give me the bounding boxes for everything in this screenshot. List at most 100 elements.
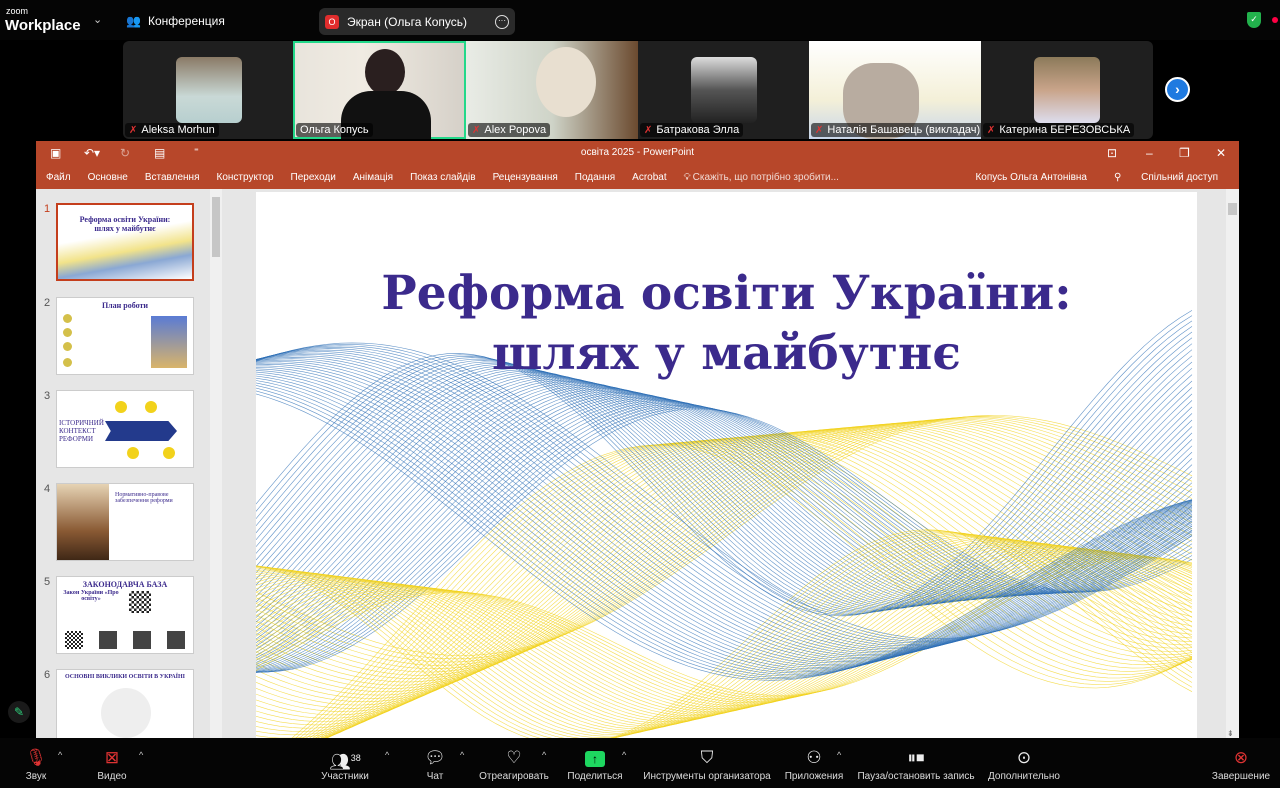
next-slide-icon[interactable]: ⇟ <box>1227 729 1234 738</box>
react-button[interactable]: ♡ Отреагировать <box>478 738 550 788</box>
participant-name: Alex Popova <box>484 124 547 136</box>
share-label: Поделиться <box>567 771 623 782</box>
participant-tile[interactable]: ✗ Катерина БЕРЕЗОВСЬКА <box>981 41 1153 139</box>
chat-button[interactable]: 💬︎ Чат <box>424 738 446 788</box>
tab-transitions[interactable]: Переходи <box>291 172 336 183</box>
powerpoint-window: ▣ ↶▾ ↻ ▤ ⁼ освіта 2025 - PowerPoint ⊡ – … <box>8 141 1239 747</box>
participant-name: Батракова Элла <box>656 124 740 136</box>
wave-line <box>256 349 1193 647</box>
chevron-down-icon[interactable]: ⌄ <box>93 13 102 26</box>
slide-thumbnail-2[interactable]: План роботи <box>56 297 194 375</box>
slide-number: 4 <box>44 483 51 495</box>
more-button[interactable]: ⊙ Дополнительно <box>987 738 1061 788</box>
video-button[interactable]: ⊠ Видео <box>95 738 129 788</box>
next-page-arrow-icon[interactable]: › <box>1165 77 1190 102</box>
share-screen-icon: ↑ <box>585 745 605 771</box>
more-label: Дополнительно <box>988 771 1060 782</box>
tab-review[interactable]: Рецензування <box>493 172 558 183</box>
wave-line <box>256 549 1193 711</box>
slide-number: 5 <box>44 576 51 588</box>
user-name[interactable]: Копусь Ольга Антонівна <box>975 172 1087 183</box>
thumbnail-scrollbar[interactable] <box>210 189 222 738</box>
caret-up-icon[interactable]: ^ <box>622 750 626 760</box>
slide-thumbnail-5[interactable]: ЗАКОНОДАВЧА БАЗА Закон України «Про осві… <box>56 576 194 654</box>
more-icon[interactable]: ··· <box>495 14 509 29</box>
slide-thumbnail-6[interactable]: ОСНОВНІ ВИКЛИКИ ОСВІТИ В УКРАЇНІ <box>56 669 194 747</box>
tab-acrobat[interactable]: Acrobat <box>632 172 666 183</box>
chat-icon: 💬︎ <box>424 748 446 767</box>
pause-stop-recording-button[interactable]: ⏸⏹ Пауза/остановить запись <box>857 738 975 788</box>
tab-slideshow[interactable]: Показ слайдів <box>410 172 476 183</box>
thumbnail-subtitle: Закон України «Про освіту» <box>63 590 119 602</box>
wave-line <box>256 361 1193 610</box>
slide-thumbnail-4[interactable]: Нормативно-правове забезпечення реформи <box>56 483 194 561</box>
minimize-icon[interactable]: – <box>1146 146 1153 160</box>
participant-name: Наталія Башавець (викладач) <box>827 124 981 136</box>
tab-view[interactable]: Подання <box>575 172 615 183</box>
slide-canvas: Реформа освіти України: шлях у майбутнє <box>256 192 1197 738</box>
zoom-logo: Workplace <box>5 17 81 34</box>
end-meeting-button[interactable]: ⊗ Завершение <box>1212 738 1270 788</box>
participant-tile[interactable]: ✗ Наталія Башавець (викладач) <box>809 41 981 139</box>
zoom-meeting-toolbar: 🎙︎ Звук ^ ⊠ Видео ^ 👥︎38 Участники ^ 💬︎ Чат … <box>0 738 1280 788</box>
security-shield-icon[interactable]: ✓ <box>1247 12 1261 28</box>
participant-name: Катерина БЕРЕЗОВСЬКА <box>999 124 1131 136</box>
caret-up-icon[interactable]: ^ <box>460 750 464 760</box>
participant-tile[interactable]: ✗ Батракова Элла <box>638 41 809 139</box>
slide-thumbnail-1[interactable]: Реформа освіти України: шлях у майбутнє <box>56 203 194 281</box>
apps-button[interactable]: ⚇ Приложения <box>783 738 845 788</box>
tab-file[interactable]: Файл <box>46 172 71 183</box>
ppt-title-bar: ▣ ↶▾ ↻ ▤ ⁼ освіта 2025 - PowerPoint ⊡ – … <box>36 141 1239 165</box>
participant-name: Ольга Копусь <box>300 124 369 136</box>
annotate-pen-icon[interactable]: ✎ <box>8 701 30 723</box>
slide-thumbnail-pane: 1 Реформа освіти України: шлях у майбутн… <box>36 189 210 747</box>
tab-insert[interactable]: Вставлення <box>145 172 200 183</box>
tab-design[interactable]: Конструктор <box>217 172 274 183</box>
participant-tile-active[interactable]: Ольга Копусь <box>293 41 466 139</box>
host-tools-button[interactable]: ⛉ Инструменты организатора <box>642 738 772 788</box>
screen-share-pill[interactable]: O Экран (Ольга Копусь) ··· <box>319 8 515 35</box>
zoom-logo-small: zoom <box>6 6 29 16</box>
share-screen-button[interactable]: ↑ Поделиться <box>566 738 624 788</box>
pause-stop-icon: ⏸⏹ <box>907 748 925 767</box>
heart-icon: ♡ <box>506 748 522 767</box>
thumbnail-title: Нормативно-правове забезпечення реформи <box>115 492 173 504</box>
caret-up-icon[interactable]: ^ <box>837 750 841 760</box>
close-icon[interactable]: ✕ <box>1216 146 1226 160</box>
participant-tile[interactable]: ✗ Aleksa Morhun <box>123 41 293 139</box>
apps-label: Приложения <box>784 771 844 782</box>
slide-number: 6 <box>44 669 51 681</box>
slide-number: 2 <box>44 297 51 309</box>
thumbnail-title: ОСНОВНІ ВИКЛИКИ ОСВІТИ В УКРАЇНІ <box>65 674 185 680</box>
participant-tile[interactable]: ✗ Alex Popova <box>466 41 638 139</box>
caret-up-icon[interactable]: ^ <box>58 750 62 760</box>
caret-up-icon[interactable]: ^ <box>385 750 389 760</box>
chat-label: Чат <box>426 771 444 782</box>
restore-icon[interactable]: ❐ <box>1179 146 1190 160</box>
slide-title-line-1: Реформа освіти України: <box>381 266 1072 321</box>
ribbon-display-icon[interactable]: ⊡ <box>1107 146 1117 160</box>
slide-number: 1 <box>44 203 51 215</box>
video-label: Видео <box>97 771 127 782</box>
mic-muted-icon: 🎙︎ <box>25 748 47 767</box>
thumbnail-title: План роботи <box>101 301 149 310</box>
caret-up-icon[interactable]: ^ <box>542 750 546 760</box>
video-gallery-strip: ✗ Aleksa Morhun Ольга Копусь ✗ Alex Popova… <box>123 41 1153 139</box>
caret-up-icon[interactable]: ^ <box>139 750 143 760</box>
tell-me-input[interactable]: Скажіть, що потрібно зробити... <box>693 172 839 183</box>
participants-button[interactable]: 👥︎38 Участники <box>320 738 370 788</box>
ribbon-tabs: Файл Основне Вставлення Конструктор Пере… <box>36 165 1239 189</box>
tab-home[interactable]: Основне <box>88 172 128 183</box>
mic-muted-icon: ✗ <box>472 124 481 136</box>
apps-icon: ⚇ <box>806 748 822 767</box>
audio-button[interactable]: 🎙︎ Звук <box>22 738 50 788</box>
thumbnail-title: Реформа освіти України: шлях у майбутнє <box>79 215 171 233</box>
slide-thumbnail-3[interactable]: ІСТОРИЧНИЙ КОНТЕКСТ РЕФОРМИ <box>56 390 194 468</box>
audio-label: Звук <box>25 771 47 782</box>
mic-muted-icon: ✗ <box>644 124 653 136</box>
zoom-top-bar: zoom Workplace ⌄ 👥 Конференция O Экран (О… <box>0 0 1280 40</box>
tab-animations[interactable]: Анімація <box>353 172 393 183</box>
conference-view-button[interactable]: 👥 Конференция <box>126 14 225 28</box>
share-button[interactable]: ⚲ Спільний доступ <box>1104 172 1225 183</box>
slide-scrollbar[interactable]: ⇟ <box>1226 189 1239 738</box>
